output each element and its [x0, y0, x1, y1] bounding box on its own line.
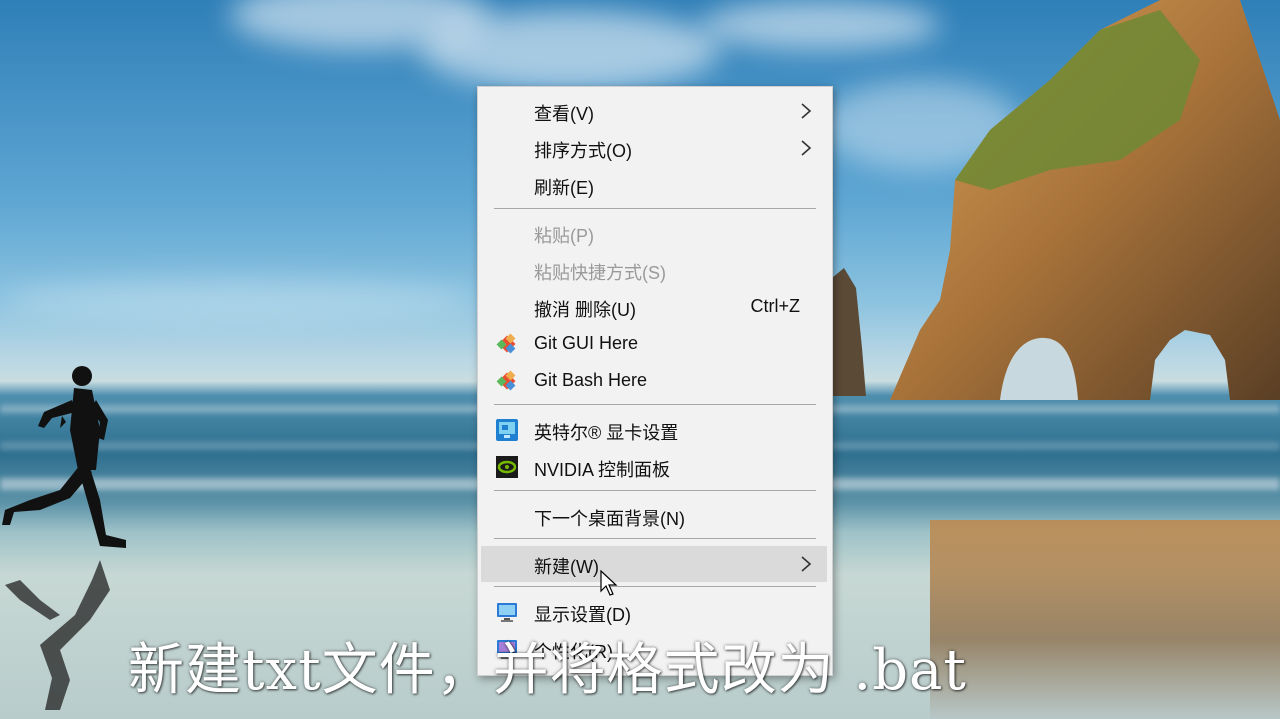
menu-item-label: Git GUI Here	[534, 333, 639, 353]
menu-item-label: NVIDIA 控制面板	[534, 460, 671, 480]
menu-item-git-bash[interactable]: Git Bash Here	[481, 363, 827, 399]
menu-separator	[494, 538, 816, 539]
menu-item-label: 新建(W)	[534, 557, 599, 577]
menu-item-nvidia-control-panel[interactable]: NVIDIA 控制面板	[481, 449, 827, 485]
git-bash-icon	[496, 370, 516, 391]
menu-item-intel-graphics[interactable]: 英特尔® 显卡设置	[481, 412, 827, 448]
cloud	[420, 10, 720, 90]
menu-item-view[interactable]: 查看(V)	[481, 93, 827, 129]
rock-arch	[890, 0, 1280, 400]
display-settings-icon	[497, 603, 517, 622]
git-gui-icon	[496, 333, 516, 354]
menu-item-label: 排序方式(O)	[534, 141, 632, 161]
menu-item-label: 粘贴快捷方式(S)	[534, 263, 666, 283]
cloud	[0, 280, 480, 320]
menu-item-label: 下一个桌面背景(N)	[534, 509, 685, 529]
menu-separator	[494, 208, 816, 209]
menu-item-label: 查看(V)	[534, 104, 594, 124]
rock-small	[832, 268, 866, 396]
chevron-right-icon	[801, 103, 812, 119]
menu-item-git-gui[interactable]: Git GUI Here	[481, 326, 827, 362]
menu-item-paste-shortcut: 粘贴快捷方式(S)	[481, 252, 827, 288]
menu-item-next-desktop-background[interactable]: 下一个桌面背景(N)	[481, 498, 827, 534]
menu-item-label: 英特尔® 显卡设置	[534, 423, 679, 443]
menu-item-label: Git Bash Here	[534, 370, 648, 390]
chevron-right-icon	[801, 140, 812, 156]
menu-item-new[interactable]: 新建(W)	[481, 546, 827, 582]
menu-item-label: 粘贴(P)	[534, 226, 594, 246]
menu-item-label: 刷新(E)	[534, 178, 594, 198]
shortcut-hint: Ctrl+Z	[750, 296, 801, 316]
rock-reflection	[930, 520, 1280, 719]
mouse-cursor-icon	[600, 570, 618, 596]
menu-item-undo-delete[interactable]: 撤消 删除(U) Ctrl+Z	[481, 289, 827, 325]
menu-item-label: 撤消 删除(U)	[534, 300, 636, 320]
video-caption: 新建txt文件，并将格式改为 .bat	[128, 638, 967, 703]
menu-item-refresh[interactable]: 刷新(E)	[481, 167, 827, 203]
menu-item-label: 显示设置(D)	[534, 605, 631, 625]
desktop-context-menu: 查看(V) 排序方式(O) 刷新(E) 粘贴(P) 粘贴快捷方式(S) 撤消 删…	[477, 86, 833, 676]
menu-separator	[494, 404, 816, 405]
runner-silhouette	[2, 366, 126, 710]
menu-item-sort-by[interactable]: 排序方式(O)	[481, 130, 827, 166]
nvidia-icon	[496, 456, 518, 478]
menu-separator	[494, 490, 816, 491]
menu-item-paste: 粘贴(P)	[481, 215, 827, 251]
intel-graphics-icon	[496, 419, 518, 441]
menu-separator	[494, 586, 816, 587]
chevron-right-icon	[801, 556, 812, 572]
